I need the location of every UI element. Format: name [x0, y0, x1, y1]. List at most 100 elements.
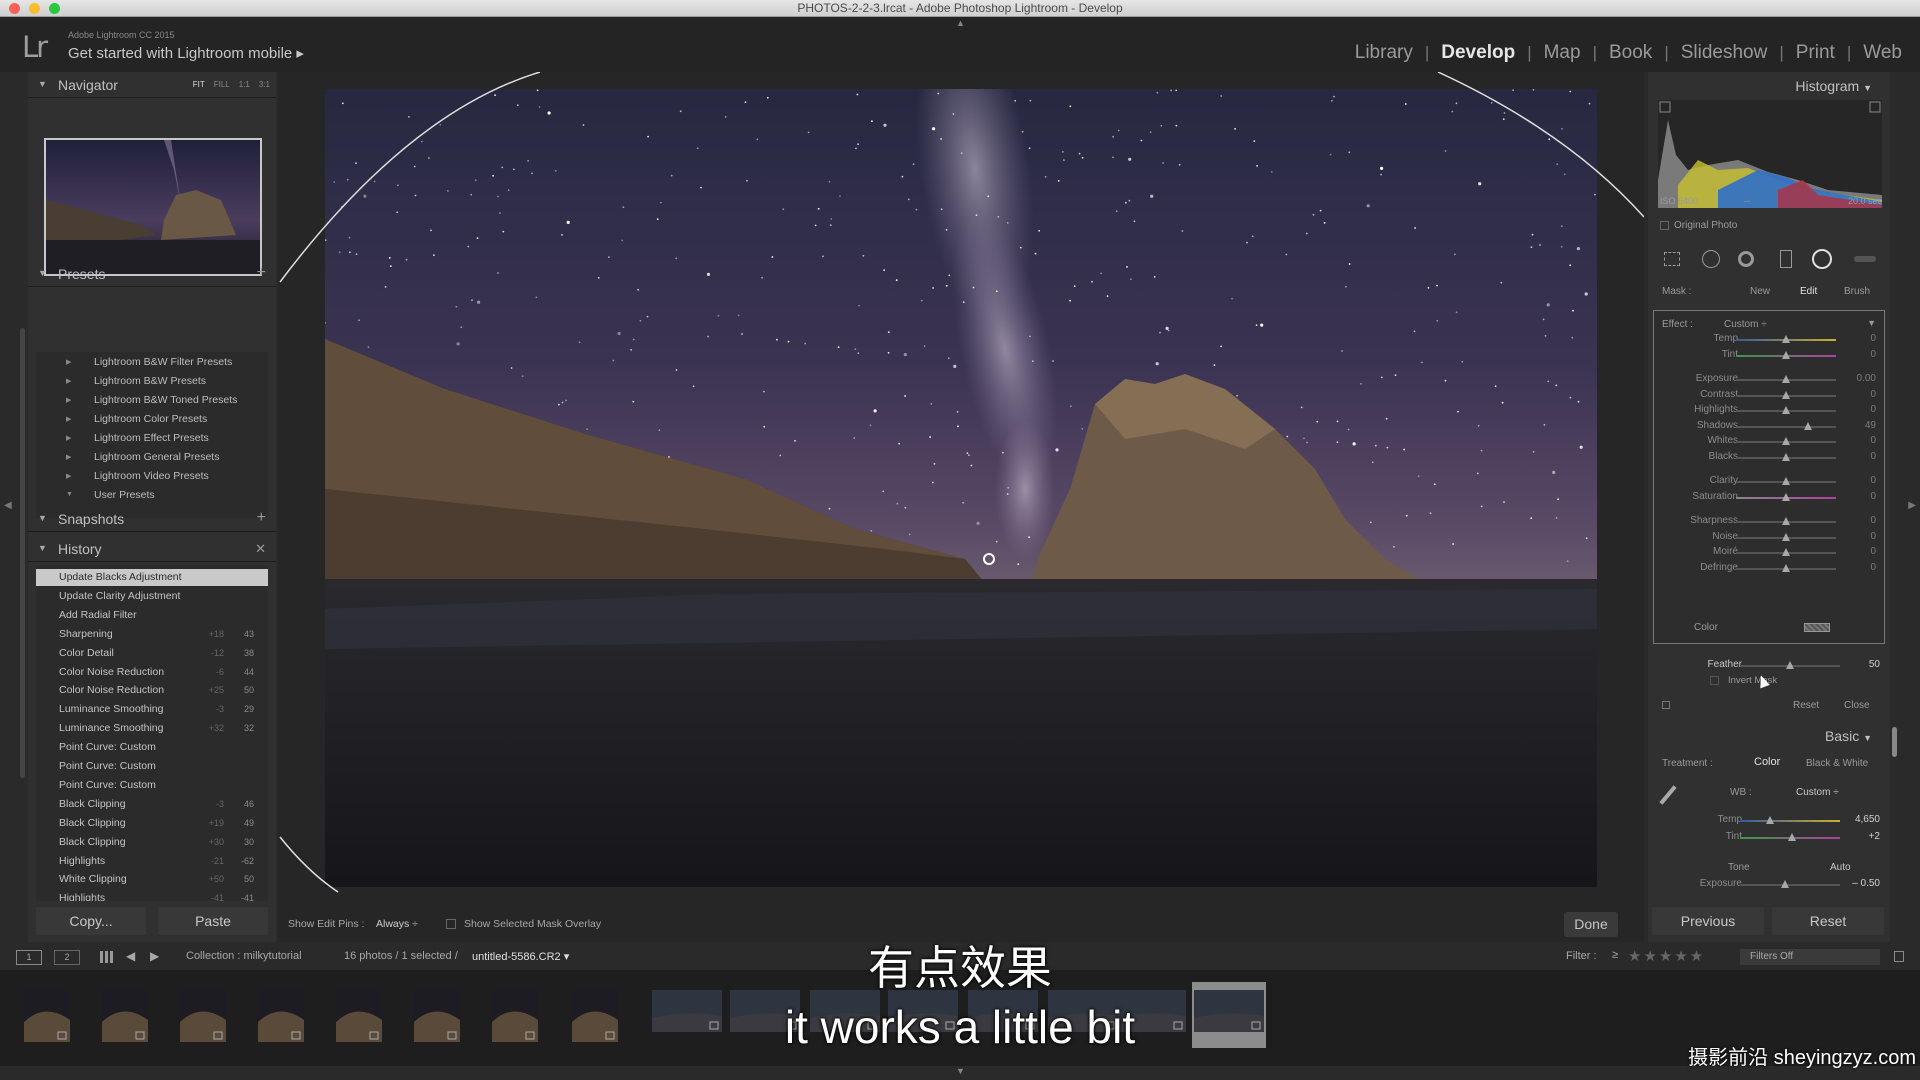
add-preset-icon[interactable]: + — [257, 264, 266, 282]
white-balance-eyedropper-icon[interactable] — [1659, 785, 1677, 805]
preset-folder[interactable]: ▶ Lightroom Effect Presets — [36, 432, 268, 444]
adjustment-slider[interactable]: Whites 0 — [1656, 435, 1876, 449]
preset-folder[interactable]: ▶ Lightroom B&W Toned Presets — [36, 394, 268, 406]
slider-value[interactable]: 0 — [1870, 451, 1876, 462]
slider-track[interactable] — [1736, 517, 1836, 525]
adjustment-slider[interactable]: Exposure 0.00 — [1656, 373, 1876, 387]
collapse-bottom-arrow[interactable]: ▼ — [956, 1066, 965, 1076]
slider-knob[interactable] — [1782, 548, 1790, 556]
adjustment-slider[interactable]: Sharpness 0 — [1656, 515, 1876, 529]
history-item[interactable]: Update Clarity Adjustment — [36, 588, 268, 605]
module-library[interactable]: Library — [1343, 42, 1425, 64]
histogram[interactable] — [1658, 100, 1882, 208]
previous-button[interactable]: Previous — [1652, 907, 1764, 935]
feather-slider[interactable]: Feather 50 — [1660, 659, 1880, 673]
slider-knob[interactable] — [1782, 351, 1790, 359]
effect-preset-dropdown[interactable]: Custom ÷ — [1724, 319, 1767, 330]
adjustment-slider[interactable]: Highlights 0 — [1656, 404, 1876, 418]
slider-track[interactable] — [1736, 533, 1836, 541]
slider-value[interactable]: 0 — [1870, 389, 1876, 400]
slider-value[interactable]: 0 — [1870, 404, 1876, 415]
show-edit-pins-dropdown[interactable]: Always ÷ — [376, 918, 418, 930]
preset-folder[interactable]: ▶ Lightroom B&W Filter Presets — [36, 356, 268, 368]
crop-tool-icon[interactable] — [1664, 252, 1680, 266]
right-collapse-arrow[interactable]: ▶ — [1908, 500, 1916, 511]
preset-folder[interactable]: ▶ Lightroom B&W Presets — [36, 375, 268, 387]
basic-temp-value[interactable]: 4,650 — [1855, 814, 1880, 825]
module-book[interactable]: Book — [1597, 42, 1664, 64]
history-item[interactable]: Highlights -21 -62 — [36, 853, 268, 870]
navigator-preview[interactable] — [44, 138, 262, 276]
mobile-prompt-link[interactable]: Get started with Lightroom mobile ▸ — [68, 44, 304, 62]
slider-knob[interactable] — [1782, 477, 1790, 485]
preset-folder[interactable]: ▶ Lightroom Color Presets — [36, 413, 268, 425]
history-header[interactable]: ▼ History ✕ — [28, 536, 276, 562]
slider-track[interactable] — [1736, 437, 1836, 445]
histogram-header[interactable]: Histogram ▼ — [1795, 78, 1872, 94]
treatment-bw-button[interactable]: Black & White — [1806, 758, 1868, 769]
history-item[interactable]: Highlights -41 -41 — [36, 890, 268, 901]
slider-knob[interactable] — [1782, 564, 1790, 572]
slider-knob[interactable] — [1782, 437, 1790, 445]
basic-tint-value[interactable]: +2 — [1869, 831, 1880, 842]
module-map[interactable]: Map — [1532, 42, 1593, 64]
slider-value[interactable]: 0 — [1870, 562, 1876, 573]
preset-folder[interactable]: ▶ Lightroom General Presets — [36, 451, 268, 463]
history-item[interactable]: Point Curve: Custom — [36, 758, 268, 775]
adjustment-slider[interactable]: Defringe 0 — [1656, 562, 1876, 576]
slider-track[interactable] — [1736, 564, 1836, 572]
basic-exposure-value[interactable]: – 0.50 — [1852, 878, 1880, 889]
spot-removal-tool-icon[interactable] — [1702, 250, 1720, 268]
history-item[interactable]: Sharpening +18 43 — [36, 626, 268, 643]
slider-knob[interactable] — [1788, 833, 1796, 841]
zoom-3to1[interactable]: 3:1 — [259, 80, 270, 89]
collapse-top-arrow[interactable]: ▲ — [956, 18, 965, 28]
basic-header[interactable]: Basic ▼ — [1825, 728, 1872, 744]
zoom-fill[interactable]: FILL — [214, 80, 230, 89]
mask-toggle-switch[interactable] — [1662, 701, 1670, 709]
navigator-header[interactable]: ▼ Navigator FIT FILL 1:1 3:1 — [28, 72, 276, 98]
adjustment-slider[interactable]: Clarity 0 — [1656, 475, 1876, 489]
invert-mask-checkbox[interactable] — [1710, 676, 1719, 685]
slider-knob[interactable] — [1786, 661, 1794, 669]
history-item[interactable]: Black Clipping +30 30 — [36, 834, 268, 851]
feather-value[interactable]: 50 — [1869, 659, 1880, 670]
history-item[interactable]: Black Clipping -3 46 — [36, 796, 268, 813]
adjustment-brush-icon[interactable] — [1854, 256, 1876, 262]
module-develop[interactable]: Develop — [1429, 42, 1527, 64]
slider-track[interactable] — [1736, 422, 1836, 430]
presets-header[interactable]: ▼ Presets + — [28, 261, 276, 287]
slider-knob[interactable] — [1804, 422, 1812, 430]
history-item[interactable]: Update Blacks Adjustment — [36, 569, 268, 586]
mask-brush-button[interactable]: Brush — [1844, 286, 1870, 297]
mask-edit-button[interactable]: Edit — [1800, 286, 1817, 297]
history-item[interactable]: Color Detail -12 38 — [36, 645, 268, 662]
slider-value[interactable]: 0 — [1870, 349, 1876, 360]
history-item[interactable]: Add Radial Filter — [36, 607, 268, 624]
treatment-color-button[interactable]: Color — [1754, 756, 1780, 768]
slider-track[interactable] — [1736, 477, 1836, 485]
history-item[interactable]: Point Curve: Custom — [36, 739, 268, 756]
history-item[interactable]: White Clipping +50 50 — [36, 871, 268, 888]
red-eye-tool-icon[interactable] — [1738, 251, 1754, 267]
slider-value[interactable]: 0 — [1870, 475, 1876, 486]
slider-track[interactable] — [1740, 816, 1840, 824]
history-item[interactable]: Color Noise Reduction +25 50 — [36, 682, 268, 699]
radial-filter-icon[interactable] — [1812, 249, 1832, 269]
slider-knob[interactable] — [1782, 493, 1790, 501]
slider-knob[interactable] — [1766, 816, 1774, 824]
slider-track[interactable] — [1736, 493, 1836, 501]
slider-value[interactable]: 0 — [1870, 515, 1876, 526]
slider-value[interactable]: 0 — [1870, 546, 1876, 557]
zoom-fit[interactable]: FIT — [193, 80, 205, 89]
history-item[interactable]: Point Curve: Custom — [36, 777, 268, 794]
slider-knob[interactable] — [1781, 880, 1789, 888]
preset-folder[interactable]: ▼ User Presets — [36, 489, 268, 501]
effect-collapse-icon[interactable]: ▼ — [1867, 318, 1876, 328]
slider-knob[interactable] — [1782, 335, 1790, 343]
adjustment-slider[interactable]: Moiré 0 — [1656, 546, 1876, 560]
slider-value[interactable]: 0 — [1870, 531, 1876, 542]
color-swatch[interactable] — [1804, 623, 1830, 632]
basic-temp-slider[interactable]: Temp 4,650 — [1660, 814, 1880, 828]
module-print[interactable]: Print — [1784, 42, 1847, 64]
